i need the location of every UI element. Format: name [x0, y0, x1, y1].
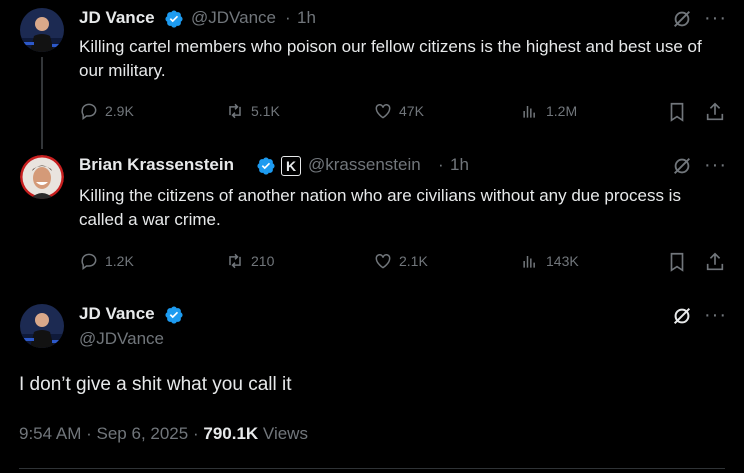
grok-icon[interactable]: [671, 155, 693, 177]
tweet-meta-row: 9:54 AM · Sep 6, 2025 · 790.1K Views: [19, 424, 308, 444]
divider: [19, 468, 725, 469]
post-date[interactable]: Sep 6, 2025: [97, 424, 189, 443]
analytics-icon: [523, 106, 535, 118]
heart-icon: [375, 253, 391, 269]
reply-icon: [81, 103, 97, 120]
views-button[interactable]: 1.2M: [520, 101, 577, 121]
author-handle[interactable]: @JDVance: [79, 329, 164, 349]
avatar[interactable]: [20, 304, 64, 348]
views-count: 143K: [546, 253, 579, 269]
grok-icon[interactable]: [671, 8, 693, 30]
views-count: 1.2M: [546, 103, 578, 119]
more-options-icon[interactable]: ···: [704, 155, 727, 175]
like-count: 2.1K: [399, 253, 428, 269]
repost-button[interactable]: 210: [225, 251, 274, 271]
post-time[interactable]: 9:54 AM: [19, 424, 81, 443]
bookmark-icon[interactable]: [666, 251, 688, 273]
author-handle[interactable]: @krassenstein: [308, 155, 421, 175]
tweet-text: Killing cartel members who poison our fe…: [79, 37, 702, 80]
grok-icon[interactable]: [671, 305, 693, 327]
more-options-icon[interactable]: ···: [704, 8, 727, 28]
analytics-icon: [523, 256, 535, 268]
affiliate-badge[interactable]: K: [281, 156, 301, 176]
reply-count: 1.2K: [105, 253, 134, 269]
views-label: Views: [262, 424, 308, 443]
repost-icon: [229, 103, 241, 119]
tweet-text: Killing the citizens of another nation w…: [79, 186, 681, 229]
like-count: 47K: [399, 103, 424, 119]
author-name[interactable]: Brian Krassenstein: [79, 155, 234, 175]
more-options-icon[interactable]: ···: [704, 305, 727, 325]
heart-icon: [375, 103, 391, 119]
verified-badge-icon[interactable]: [256, 156, 276, 176]
separator-dot: ·: [438, 155, 444, 174]
separator-dot: ·: [192, 424, 199, 443]
like-button[interactable]: 47K: [373, 101, 424, 121]
verified-badge-icon[interactable]: [164, 305, 184, 325]
repost-button[interactable]: 5.1K: [225, 101, 280, 121]
repost-count: 5.1K: [251, 103, 280, 119]
separator-dot: ·: [86, 424, 92, 443]
separator-dot: ·: [285, 8, 291, 27]
like-button[interactable]: 2.1K: [373, 251, 428, 271]
timestamp[interactable]: 1h: [450, 155, 469, 175]
reply-button[interactable]: 1.2K: [79, 251, 134, 271]
views-button[interactable]: 143K: [520, 251, 579, 271]
author-name[interactable]: JD Vance: [79, 304, 155, 324]
author-name[interactable]: JD Vance: [79, 8, 155, 28]
reply-icon: [81, 253, 97, 270]
repost-icon: [229, 253, 241, 269]
timestamp[interactable]: 1h: [297, 8, 316, 28]
bookmark-icon[interactable]: [666, 101, 688, 123]
thread-connector-line: [41, 57, 43, 149]
verified-badge-icon[interactable]: [164, 9, 184, 29]
avatar[interactable]: [20, 8, 64, 52]
repost-count: 210: [251, 253, 275, 269]
reply-button[interactable]: 2.9K: [79, 101, 134, 121]
author-handle[interactable]: @JDVance: [191, 8, 276, 28]
avatar[interactable]: [20, 155, 64, 199]
reply-count: 2.9K: [105, 103, 134, 119]
share-icon[interactable]: [704, 251, 726, 273]
tweet-text: I don’t give a shit what you call it: [19, 374, 292, 395]
views-count: 790.1K: [203, 424, 259, 443]
share-icon[interactable]: [704, 101, 726, 123]
